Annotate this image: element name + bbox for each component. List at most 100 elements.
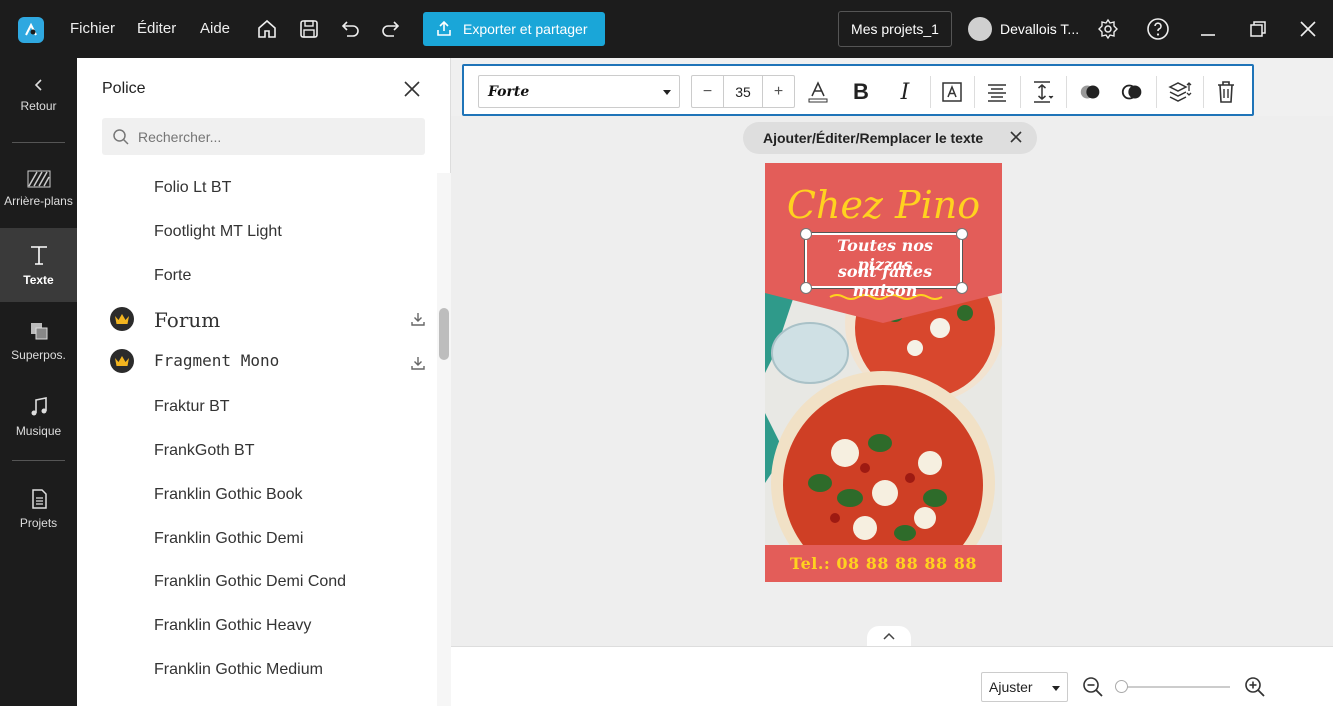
overlays-icon [30,323,47,340]
rail-overlays[interactable]: Superpos. [0,304,77,378]
rail-music[interactable]: Musique [0,380,77,454]
font-item[interactable]: Franklin Gothic Book [154,486,303,504]
close-icon[interactable] [1009,130,1023,144]
collapse-timeline-button[interactable] [867,626,911,646]
rail-backgrounds[interactable]: Arrière-plans [0,152,77,226]
text-t-icon [30,246,47,265]
decrease-size-button[interactable]: − [692,76,724,107]
rail-divider [12,460,65,461]
close-window-icon[interactable] [1295,16,1321,42]
menu-fichier[interactable]: Fichier [70,20,115,37]
toolbar-divider [1066,76,1067,108]
app-logo [18,17,44,43]
top-bar: Fichier Éditer Aide Exporter et partager… [0,0,1333,58]
download-icon[interactable] [410,311,426,327]
font-item[interactable]: Forum [154,308,220,332]
save-icon[interactable] [296,16,322,42]
scrollbar-thumb[interactable] [439,308,449,360]
close-icon[interactable] [403,80,421,98]
zoom-in-icon[interactable] [1243,675,1267,699]
username[interactable]: Devallois T... [1000,21,1079,37]
font-item[interactable]: Franklin Gothic Medium [154,661,323,679]
align-center-icon[interactable] [984,79,1010,105]
zoom-out-icon[interactable] [1081,675,1105,699]
poster[interactable]: Chez Pino Toutes nos pizzas sont faites … [765,163,1002,582]
rail-back-label: Retour [20,99,57,113]
menu-editer[interactable]: Éditer [137,20,176,37]
font-panel: Police Folio Lt BT Footlight MT Light Fo… [77,58,451,706]
italic-icon[interactable]: I [892,79,918,105]
home-icon[interactable] [254,16,280,42]
export-share-label: Exporter et partager [463,21,588,37]
bold-icon[interactable]: B [848,79,874,105]
zoom-mode-select[interactable]: Ajuster [981,672,1068,702]
font-search[interactable] [102,118,425,155]
chevron-up-icon [883,632,895,640]
export-share-button[interactable]: Exporter et partager [423,12,605,46]
bottom-bar [451,646,1333,706]
edit-text-hint: Ajouter/Éditer/Remplacer le texte [743,122,1037,154]
gear-icon[interactable] [1095,16,1121,42]
rail-projects[interactable]: Projets [0,472,77,546]
backgrounds-icon [27,170,50,188]
minimize-icon[interactable] [1195,16,1221,42]
toolbar-divider [930,76,931,108]
download-icon[interactable] [410,355,426,371]
my-projects-button[interactable]: Mes projets_1 [838,11,952,47]
zoom-slider-track[interactable] [1120,686,1230,688]
edit-text-hint-label: Ajouter/Éditer/Remplacer le texte [763,130,984,146]
toolbar-divider [1203,76,1204,108]
text-box-icon[interactable] [939,79,965,105]
poster-title[interactable]: Chez Pino [765,183,1002,227]
font-item[interactable]: Franklin Gothic Demi Cond [154,573,346,591]
help-icon[interactable] [1145,16,1171,42]
font-item[interactable]: Forte [154,267,191,285]
font-item[interactable]: FrankGoth BT [154,442,254,460]
toolbar-divider [974,76,975,108]
scroll-track[interactable] [437,173,451,706]
avatar[interactable] [968,17,992,41]
font-size-value[interactable]: 35 [724,76,762,107]
chevron-down-icon [1052,686,1060,691]
font-family-value: Forte [488,83,530,100]
shadow-icon[interactable] [1078,79,1104,105]
font-item[interactable]: Franklin Gothic Demi [154,530,303,548]
layers-order-icon[interactable] [1167,79,1193,105]
zoom-slider-thumb[interactable] [1115,680,1128,693]
crown-icon [110,307,134,331]
undo-icon[interactable] [337,16,363,42]
left-rail: Retour Arrière-plans Texte Superpos. Mus… [0,58,77,706]
rail-text[interactable]: Texte [0,228,77,302]
font-item[interactable]: Fraktur BT [154,398,230,416]
text-color-icon[interactable] [805,79,831,105]
search-icon [113,128,129,145]
poster-subtitle-line2[interactable]: sont faites maison [807,262,963,300]
trash-icon[interactable] [1213,79,1239,105]
menu-aide[interactable]: Aide [200,20,230,37]
font-item[interactable]: Footlight MT Light [154,223,282,241]
document-icon [31,489,47,509]
export-icon [437,20,451,36]
rail-back[interactable]: Retour [0,58,77,132]
font-item[interactable]: Franklin Gothic Heavy [154,617,311,635]
rail-text-label: Texte [23,273,54,287]
rail-overlays-label: Superpos. [11,348,66,362]
font-item[interactable]: Folio Lt BT [154,179,231,197]
toolbar-divider [1020,76,1021,108]
font-item[interactable]: Fragment Mono [154,351,279,370]
zoom-mode-value: Ajuster [989,679,1033,695]
redo-icon[interactable] [378,16,404,42]
toolbar-divider [1156,76,1157,108]
outline-icon[interactable] [1120,79,1146,105]
line-spacing-icon[interactable] [1030,79,1056,105]
poster-phone[interactable]: Tel.: 08 88 88 88 88 [765,545,1002,582]
panel-title: Police [102,80,146,97]
chevron-down-icon [663,90,671,95]
restore-window-icon[interactable] [1245,16,1271,42]
search-input[interactable] [138,128,398,145]
font-size-stepper: − 35 + [691,75,795,108]
chevron-left-icon [34,79,42,91]
font-family-select[interactable]: Forte [478,75,680,108]
crown-icon [110,349,134,373]
increase-size-button[interactable]: + [762,76,794,107]
